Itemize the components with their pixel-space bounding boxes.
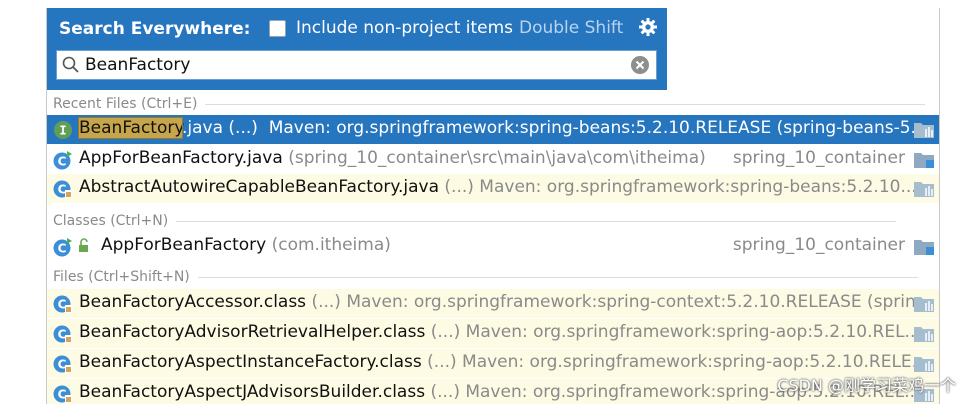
- file-name: BeanFactoryAdvisorRetrievalHelper.class: [79, 322, 426, 342]
- gear-icon[interactable]: [637, 16, 659, 38]
- list-item[interactable]: I BeanFactory.java (...) Maven: org.spri…: [47, 115, 939, 144]
- class-name: AppForBeanFactory: [101, 235, 267, 255]
- file-location: (...) Maven: org.springframework:spring-…: [430, 322, 921, 342]
- file-location: (...) Maven: org.springframework:spring-…: [311, 292, 932, 312]
- file-location: (...) Maven: org.springframework:spring-…: [444, 177, 917, 197]
- file-name: AbstractAutowireCapableBeanFactory.java: [79, 177, 440, 197]
- class-icon: C: [53, 237, 73, 257]
- popup-title: Search Everywhere:: [59, 19, 251, 39]
- clear-icon[interactable]: [630, 55, 650, 75]
- section-classes: Classes (Ctrl+N): [53, 210, 897, 232]
- public-access-icon: [77, 238, 91, 259]
- file-location: (...) Maven: org.springframework:spring-…: [427, 352, 928, 372]
- interface-icon: I: [53, 120, 73, 140]
- file-name: .java (...): [182, 118, 258, 138]
- class-file-icon: C: [53, 294, 73, 314]
- file-name: BeanFactoryAspectInstanceFactory.class: [79, 352, 422, 372]
- module-name: spring_10_container: [732, 148, 905, 168]
- list-item[interactable]: C AppForBeanFactory.java (spring_10_cont…: [47, 145, 939, 174]
- class-file-icon: C: [53, 384, 73, 404]
- file-name: AppForBeanFactory.java: [79, 148, 283, 168]
- search-icon: [61, 55, 81, 75]
- search-everywhere-popup: Search Everywhere: Include non-project i…: [46, 8, 940, 404]
- file-location: (spring_10_container\src\main\java\com\i…: [288, 148, 706, 168]
- section-label: Files (Ctrl+Shift+N): [53, 269, 190, 285]
- folder-icon: [913, 151, 935, 169]
- module-name: spring_10_container: [732, 235, 905, 255]
- file-name: BeanFactoryAspectJAdvisorsBuilder.class: [79, 382, 426, 402]
- file-location: Maven: org.springframework:spring-beans:…: [268, 118, 933, 138]
- library-icon: [913, 180, 935, 198]
- folder-icon: [913, 238, 935, 256]
- class-file-icon: C: [53, 324, 73, 344]
- watermark: CSDN @刚学习菜鸡一个: [777, 376, 956, 395]
- class-package: (com.itheima): [271, 235, 391, 255]
- library-icon: [913, 355, 935, 373]
- include-non-project-checkbox[interactable]: [269, 20, 286, 37]
- section-files: Files (Ctrl+Shift+N): [53, 266, 918, 288]
- library-icon: [913, 121, 935, 139]
- list-item[interactable]: C BeanFactoryAdvisorRetrievalHelper.clas…: [47, 319, 939, 348]
- section-recent-files: Recent Files (Ctrl+E): [53, 93, 926, 115]
- shortcut-hint: Double Shift: [519, 18, 624, 38]
- list-item[interactable]: C AppForBeanFactory (com.itheima) spring…: [47, 232, 939, 261]
- search-box[interactable]: [56, 50, 657, 80]
- section-label: Recent Files (Ctrl+E): [53, 96, 198, 112]
- abstract-class-icon: C: [53, 179, 73, 199]
- search-input[interactable]: [85, 54, 625, 76]
- list-item[interactable]: C BeanFactoryAccessor.class (...) Maven:…: [47, 289, 939, 318]
- section-label: Classes (Ctrl+N): [53, 213, 169, 229]
- list-item[interactable]: C AbstractAutowireCapableBeanFactory.jav…: [47, 174, 939, 203]
- svg-text:C: C: [58, 155, 67, 169]
- popup-header: Search Everywhere: Include non-project i…: [47, 8, 667, 90]
- svg-text:I: I: [59, 124, 66, 138]
- include-non-project-label[interactable]: Include non-project items: [296, 18, 513, 38]
- match-highlight: BeanFactory: [78, 117, 183, 139]
- library-icon: [913, 325, 935, 343]
- library-icon: [913, 295, 935, 313]
- class-icon: C: [53, 150, 73, 170]
- svg-text:C: C: [58, 242, 67, 256]
- class-file-icon: C: [53, 354, 73, 374]
- file-name: BeanFactoryAccessor.class: [79, 292, 307, 312]
